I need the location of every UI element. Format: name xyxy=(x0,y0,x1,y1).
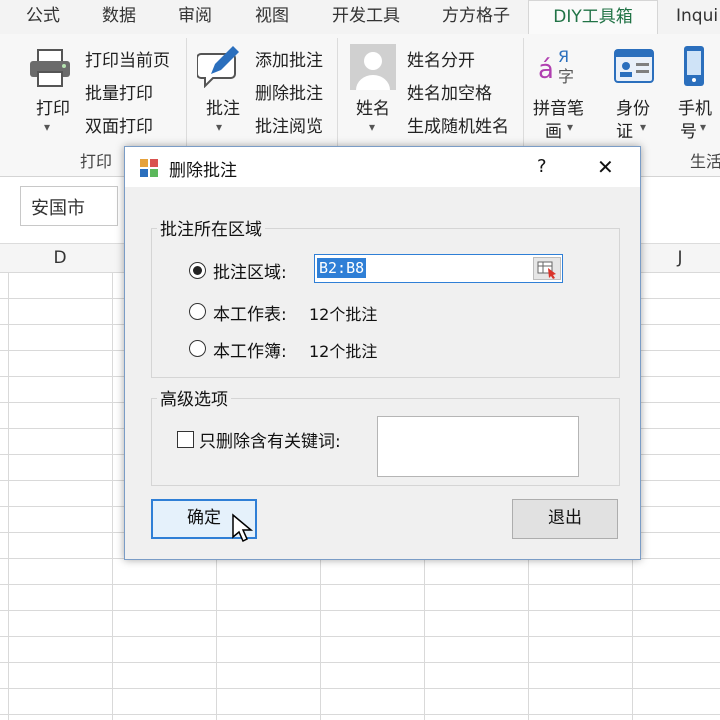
chevron-down-icon[interactable]: ▾ xyxy=(369,120,375,134)
tab-developer[interactable]: 开发工具 xyxy=(332,0,400,34)
delete-comment-dialog: 删除批注 ? ✕ 批注所在区域 批注区域: B2:B8 本工作表: 12个批注 … xyxy=(124,146,641,560)
tab-review[interactable]: 审阅 xyxy=(178,0,212,34)
dialog-title: 删除批注 xyxy=(169,161,237,181)
tab-formulas[interactable]: 公式 xyxy=(26,0,60,34)
tab-data[interactable]: 数据 xyxy=(102,0,136,34)
mouse-cursor-icon xyxy=(231,513,255,543)
svg-text:á: á xyxy=(538,55,554,85)
tab-view[interactable]: 视图 xyxy=(255,0,289,34)
radio-sheet-label[interactable]: 本工作表: xyxy=(213,300,287,325)
dialog-title-bar[interactable]: 删除批注 ? ✕ xyxy=(125,147,640,187)
id-card-button[interactable]: 身份 xyxy=(616,94,650,119)
tab-fangfang[interactable]: 方方格子 xyxy=(442,0,510,34)
mobile-phone-icon xyxy=(680,44,708,88)
tab-inquire[interactable]: Inqui xyxy=(676,0,718,34)
id-card-button-line2[interactable]: 证 xyxy=(616,117,633,142)
comment-pencil-icon xyxy=(196,44,243,89)
name-button[interactable]: 姓名 xyxy=(356,94,390,119)
sheet-comment-count: 12个批注 xyxy=(309,305,378,324)
keyword-input[interactable] xyxy=(377,416,579,477)
print-current-page[interactable]: 打印当前页 xyxy=(85,46,170,71)
tab-diy-toolbox[interactable]: DIY工具箱 xyxy=(528,0,658,36)
chevron-down-icon[interactable]: ▾ xyxy=(567,120,573,134)
help-button[interactable]: ? xyxy=(537,156,547,177)
name-add-space[interactable]: 姓名加空格 xyxy=(407,79,492,104)
chevron-down-icon[interactable]: ▾ xyxy=(44,120,50,134)
phone-button[interactable]: 手机 xyxy=(678,94,712,119)
printer-icon xyxy=(28,48,72,88)
print-button[interactable]: 打印 xyxy=(36,94,70,119)
cell-value-box[interactable]: 安国市 xyxy=(20,186,118,226)
split-name[interactable]: 姓名分开 xyxy=(407,46,475,71)
view-comments[interactable]: 批注阅览 xyxy=(255,112,323,137)
pinyin-button-line2[interactable]: 画 xyxy=(545,117,562,142)
radio-range-label[interactable]: 批注区域: xyxy=(213,258,287,283)
print-group-label: 打印 xyxy=(80,152,113,171)
chevron-down-icon[interactable]: ▾ xyxy=(216,120,222,134)
ribbon-tab-bar: 公式 数据 审阅 视图 开发工具 方方格子 DIY工具箱 Inqui xyxy=(0,0,720,36)
column-header-d[interactable]: D xyxy=(10,244,110,272)
radio-workbook-label[interactable]: 本工作簿: xyxy=(213,337,287,362)
range-input[interactable]: B2:B8 xyxy=(314,254,563,283)
keyword-checkbox[interactable] xyxy=(177,431,194,448)
radio-sheet[interactable] xyxy=(189,303,206,320)
svg-text:Я: Я xyxy=(558,47,569,66)
batch-print[interactable]: 批量打印 xyxy=(85,79,153,104)
column-header-j[interactable]: J xyxy=(640,244,720,272)
id-card-icon xyxy=(613,46,655,86)
radio-workbook[interactable] xyxy=(189,340,206,357)
keyword-label[interactable]: 只删除含有关键词: xyxy=(199,427,341,452)
chevron-down-icon[interactable]: ▾ xyxy=(700,120,706,134)
workbook-comment-count: 12个批注 xyxy=(309,342,378,361)
person-avatar-icon xyxy=(350,44,396,90)
delete-comment[interactable]: 删除批注 xyxy=(255,79,323,104)
region-group-title: 批注所在区域 xyxy=(157,215,265,240)
add-comment[interactable]: 添加批注 xyxy=(255,46,323,71)
app-icon xyxy=(139,158,159,178)
duplex-print[interactable]: 双面打印 xyxy=(85,112,153,137)
chevron-down-icon[interactable]: ▾ xyxy=(640,120,646,134)
comment-button[interactable]: 批注 xyxy=(206,94,240,119)
pinyin-button[interactable]: 拼音笔 xyxy=(533,94,584,119)
close-button[interactable]: ✕ xyxy=(597,155,614,179)
pinyin-icon: á Я 字 xyxy=(536,44,580,88)
life-group-label: 生活 xyxy=(690,152,720,171)
svg-text:字: 字 xyxy=(558,67,574,86)
advanced-group-title: 高级选项 xyxy=(157,385,231,410)
cell-value-text: 安国市 xyxy=(31,198,85,219)
range-picker-icon[interactable] xyxy=(533,257,561,280)
radio-range[interactable] xyxy=(189,262,206,279)
exit-button[interactable]: 退出 xyxy=(512,499,618,539)
phone-button-line2[interactable]: 号 xyxy=(680,117,697,142)
random-name[interactable]: 生成随机姓名 xyxy=(407,112,509,137)
range-input-value: B2:B8 xyxy=(317,258,367,278)
